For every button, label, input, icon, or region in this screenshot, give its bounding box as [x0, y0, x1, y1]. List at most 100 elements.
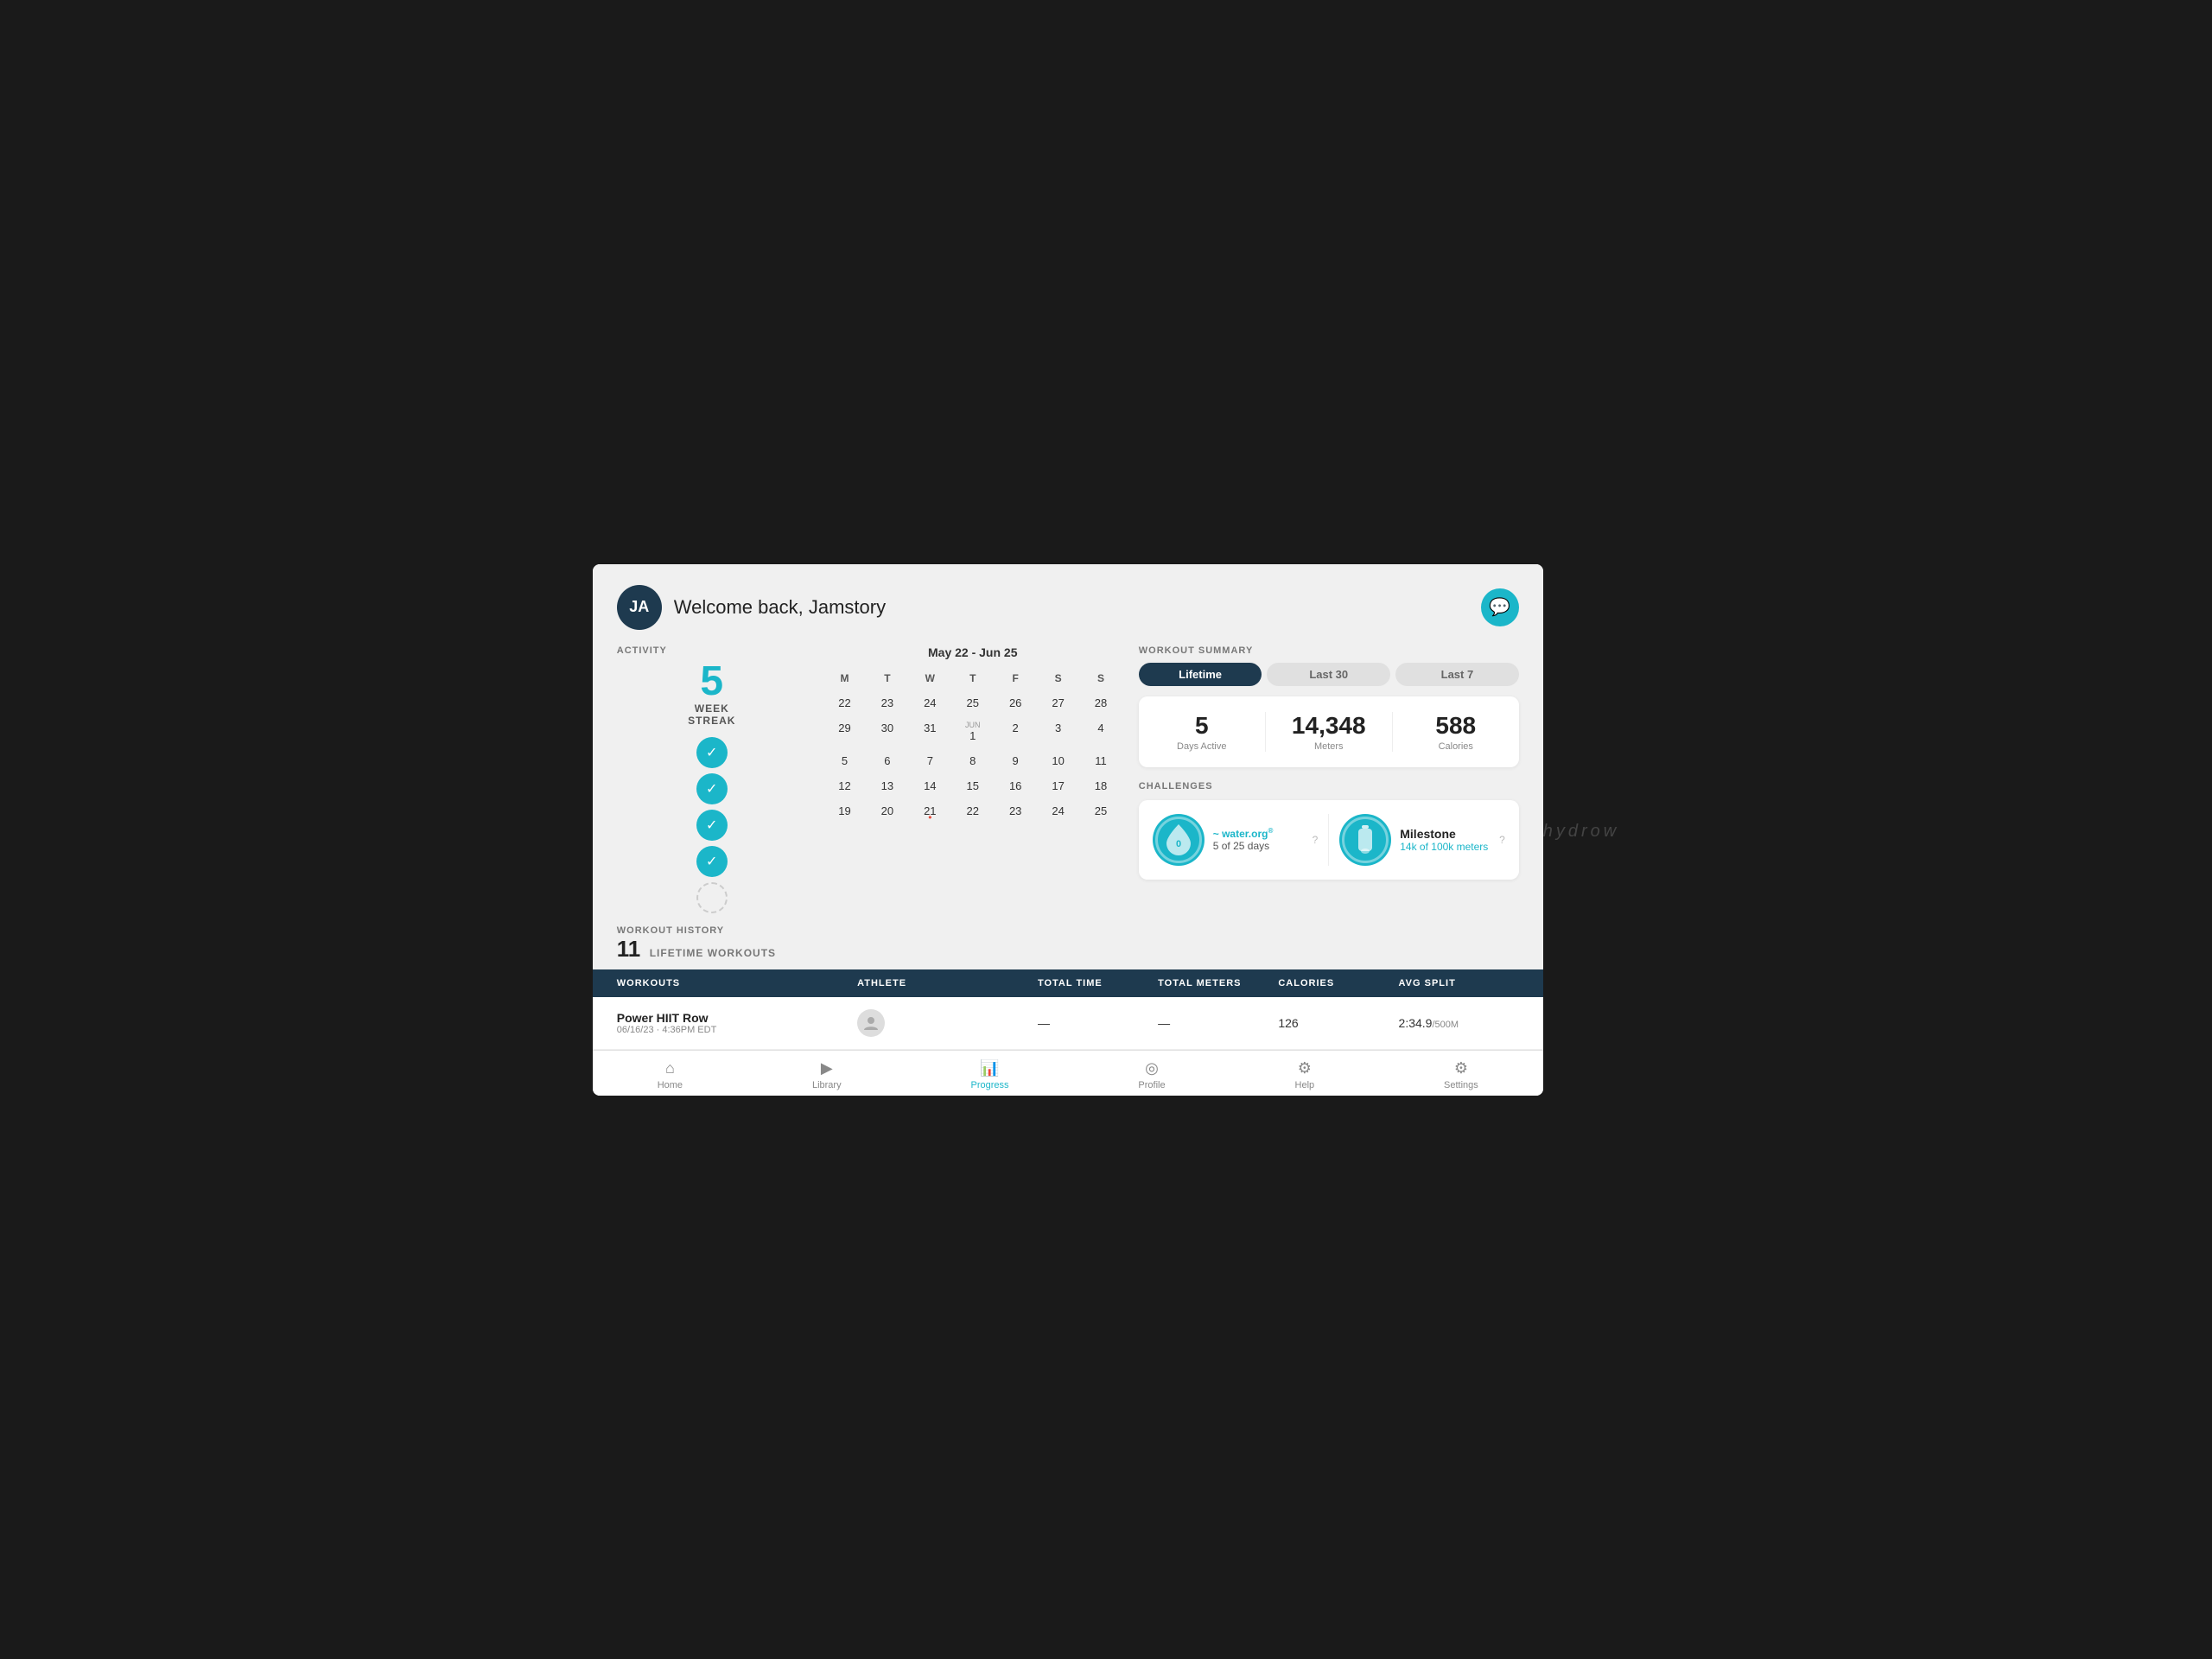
bottom-nav: ⌂ Home ▶ Library 📊 Progress ◎ Profile ⚙ …	[593, 1050, 1543, 1096]
cal-21-today: 21	[910, 800, 950, 822]
cal-day-T1: T	[867, 668, 907, 689]
nav-settings[interactable]: ⚙ Settings	[1444, 1059, 1478, 1090]
nav-library[interactable]: ▶ Library	[812, 1059, 842, 1090]
col-total-meters: TOTAL METERS	[1158, 978, 1278, 988]
avatar: JA	[617, 585, 662, 630]
activity-label: ACTIVITY	[617, 645, 807, 656]
calendar-section: May 22 - Jun 25 M T W T F S S 22	[824, 645, 1122, 913]
streak-circle-1: ✓	[696, 737, 728, 768]
total-time-cell: —	[1038, 1016, 1158, 1030]
nav-help[interactable]: ⚙ Help	[1295, 1059, 1315, 1090]
cal-row-1: 22 23 24 25 26 27 28	[824, 692, 1122, 714]
nav-settings-label: Settings	[1444, 1080, 1478, 1090]
streak-number: 5	[700, 661, 723, 702]
challenges-row: 0 ~ water.org® 5 of 25 days ?	[1139, 800, 1519, 880]
stat-calories-value: 588	[1393, 712, 1519, 740]
cal-25: 25	[952, 692, 993, 714]
streak-section: 5 WEEKSTREAK	[617, 661, 807, 727]
streak-circle-4: ✓	[696, 846, 728, 877]
col-total-time: TOTAL TIME	[1038, 978, 1158, 988]
cal-day-M: M	[824, 668, 865, 689]
history-label: WORKOUT HISTORY	[617, 925, 1519, 936]
welcome-text: Welcome back, Jamstory	[674, 596, 886, 619]
cal-22b: 22	[952, 800, 993, 822]
cal-30: 30	[867, 717, 907, 747]
milestone-challenge-info: Milestone 14k of 100k meters	[1400, 827, 1491, 853]
workout-title: Power HIIT Row	[617, 1011, 857, 1025]
cal-3: 3	[1038, 717, 1078, 747]
water-challenge-info: ~ water.org® 5 of 25 days	[1213, 827, 1304, 852]
history-count: 11	[617, 936, 641, 962]
cal-9: 9	[995, 750, 1035, 772]
stat-meters: 14,348 Meters	[1266, 712, 1393, 752]
milestone-challenge-icon	[1339, 814, 1391, 866]
challenge-milestone[interactable]: Milestone 14k of 100k meters ?	[1339, 814, 1505, 866]
nav-progress[interactable]: 📊 Progress	[970, 1059, 1008, 1090]
streak-label: WEEKSTREAK	[688, 702, 735, 727]
challenge-water[interactable]: 0 ~ water.org® 5 of 25 days ?	[1153, 814, 1319, 866]
watermark: hydrow	[1543, 815, 1619, 845]
milestone-help-icon[interactable]: ?	[1499, 834, 1505, 846]
water-progress: 5 of 25 days	[1213, 840, 1304, 852]
water-challenge-icon: 0	[1153, 814, 1205, 866]
table-header: WORKOUTS ATHLETE TOTAL TIME TOTAL METERS…	[593, 969, 1543, 997]
cal-day-S2: S	[1080, 668, 1121, 689]
cal-day-W: W	[910, 668, 950, 689]
streak-circle-3: ✓	[696, 810, 728, 841]
workout-date: 06/16/23 · 4:36PM EDT	[617, 1025, 857, 1035]
col-athlete: ATHLETE	[857, 978, 1038, 988]
cal-19: 19	[824, 800, 865, 822]
nav-home[interactable]: ⌂ Home	[658, 1059, 683, 1090]
tab-lifetime[interactable]: Lifetime	[1139, 663, 1262, 686]
cal-31: 31	[910, 717, 950, 747]
stat-days-value: 5	[1139, 712, 1265, 740]
stat-meters-label: Meters	[1266, 741, 1392, 752]
cal-jun1: JUN1	[952, 717, 993, 747]
athlete-avatar	[857, 1009, 885, 1037]
nav-profile[interactable]: ◎ Profile	[1138, 1059, 1165, 1090]
stat-meters-value: 14,348	[1266, 712, 1392, 740]
calendar-range-label: May 22 - Jun 25	[824, 645, 1122, 659]
cal-6: 6	[867, 750, 907, 772]
nav-profile-label: Profile	[1138, 1080, 1165, 1090]
nav-library-label: Library	[812, 1080, 842, 1090]
cal-5: 5	[824, 750, 865, 772]
cal-22: 22	[824, 692, 865, 714]
cal-8[interactable]: 8	[952, 750, 993, 772]
history-count-label: LIFETIME WORKOUTS	[650, 947, 776, 959]
cal-10: 10	[1038, 750, 1078, 772]
cal-14: 14	[910, 775, 950, 797]
cal-26[interactable]: 26	[995, 692, 1035, 714]
col-workouts: WORKOUTS	[617, 978, 857, 988]
cal-16[interactable]: 16	[995, 775, 1035, 797]
streak-circles: ✓ ✓ ✓ ✓	[617, 737, 807, 913]
summary-tabs: Lifetime Last 30 Last 7	[1139, 663, 1519, 686]
workout-history-section: WORKOUT HISTORY 11 LIFETIME WORKOUTS	[593, 913, 1543, 963]
svg-text:0: 0	[1176, 839, 1181, 849]
cal-15: 15	[952, 775, 993, 797]
help-icon: ⚙	[1298, 1059, 1312, 1077]
water-help-icon[interactable]: ?	[1313, 834, 1319, 846]
calories-cell: 126	[1278, 1016, 1398, 1030]
workout-info: Power HIIT Row 06/16/23 · 4:36PM EDT	[617, 1011, 857, 1035]
total-meters-cell: —	[1158, 1016, 1278, 1030]
tab-last30[interactable]: Last 30	[1267, 663, 1390, 686]
calendar-grid: M T W T F S S 22 23 24 25 26	[824, 668, 1122, 822]
cal-24: 24	[910, 692, 950, 714]
cal-29: 29	[824, 717, 865, 747]
avg-split-value: 2:34.9	[1399, 1016, 1433, 1030]
cal-row-3: 5 6 7 8 9 10 11	[824, 750, 1122, 772]
tab-last7[interactable]: Last 7	[1395, 663, 1519, 686]
cal-17: 17	[1038, 775, 1078, 797]
table-row[interactable]: Power HIIT Row 06/16/23 · 4:36PM EDT — —…	[593, 997, 1543, 1050]
cal-row-4: 12 13 14 15 16 17 18	[824, 775, 1122, 797]
chat-button[interactable]: 💬	[1481, 588, 1519, 626]
stat-calories: 588 Calories	[1393, 712, 1519, 752]
cal-4[interactable]: 4	[1080, 717, 1121, 747]
athlete-cell	[857, 1009, 1038, 1037]
cal-24b: 24	[1038, 800, 1078, 822]
nav-progress-label: Progress	[970, 1080, 1008, 1090]
stat-days-label: Days Active	[1139, 741, 1265, 752]
settings-icon: ⚙	[1454, 1059, 1468, 1077]
library-icon: ▶	[821, 1059, 833, 1077]
